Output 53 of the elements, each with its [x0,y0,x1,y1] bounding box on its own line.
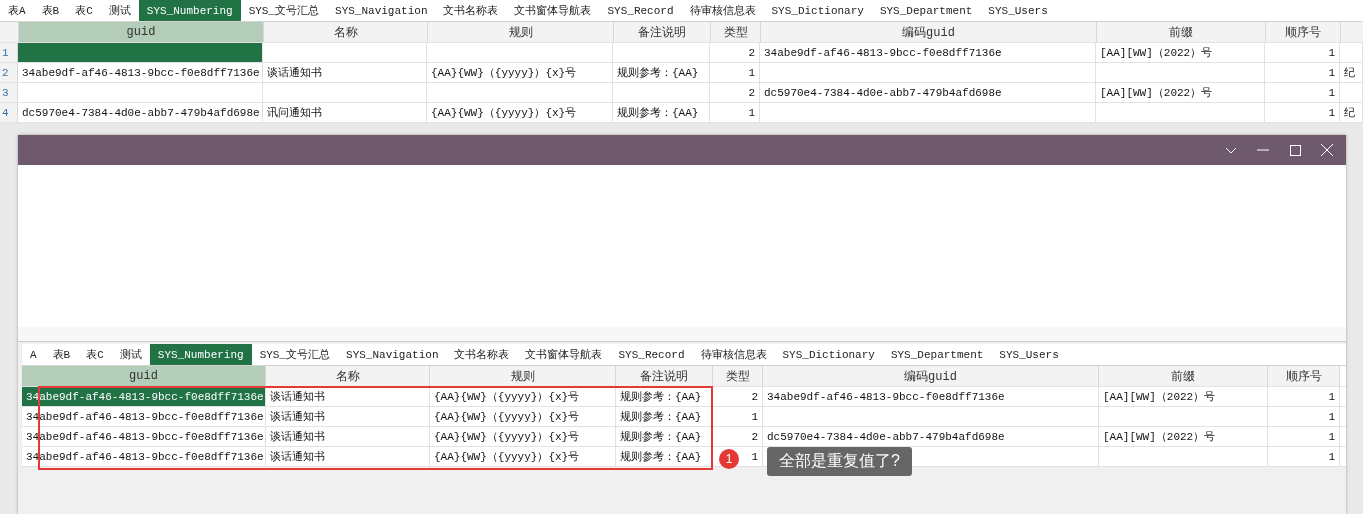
column-header[interactable]: 备注说明 [614,22,711,42]
column-header[interactable]: 名称 [266,366,430,386]
sheet-tab[interactable]: 文书窗体导航表 [517,344,611,365]
sheet-tab[interactable]: SYS_Dictionary [763,0,872,21]
sheet-tab[interactable]: SYS_Navigation [338,344,447,365]
sheet-tab[interactable]: A [22,344,45,365]
row-number: 2 [0,63,18,82]
sheet-tab[interactable]: 文书名称表 [446,344,518,365]
sheet-tab[interactable]: 表C [78,344,112,365]
callout-tooltip: 全部是重复值了? [767,447,912,476]
sheet-tab[interactable]: 测试 [111,344,150,365]
column-header[interactable]: 规则 [430,366,616,386]
maximize-icon [1289,144,1301,156]
sheet-tab[interactable]: SYS_Record [599,0,682,21]
sheet-tab[interactable]: 文书窗体导航表 [506,0,600,21]
sheet-tab[interactable]: 表B [44,344,79,365]
sheet-tab[interactable]: SYS_Record [610,344,693,365]
column-header[interactable]: 类型 [711,22,761,42]
sheet-tab[interactable]: 表C [67,0,101,21]
sheet-tab[interactable]: SYS_Numbering [149,344,252,365]
column-header[interactable]: 前缀 [1097,22,1266,42]
column-header[interactable]: 前缀 [1099,366,1268,386]
sheet-tab[interactable]: SYS_Numbering [138,0,241,21]
row-number: 4 [0,103,18,122]
sheet-tab[interactable]: 待审核信息表 [681,0,764,21]
row-number: 1 [0,43,18,62]
column-header[interactable]: 规则 [428,22,614,42]
sheet-tab[interactable]: SYS_文号汇总 [240,0,328,21]
sheet-tab[interactable]: SYS_Users [980,0,1056,21]
column-header[interactable]: 类型 [713,366,763,386]
row-number: 3 [0,83,18,102]
sheet-tab[interactable]: SYS_Department [882,344,992,365]
sheet-tab[interactable]: 表B [33,0,68,21]
column-header[interactable]: 顺序号 [1266,22,1341,42]
close-icon [1321,144,1333,156]
column-header[interactable]: 备注说明 [616,366,713,386]
sheet-tab[interactable]: SYS_文号汇总 [251,344,339,365]
column-header[interactable]: 编码guid [761,22,1097,42]
sheet-tab[interactable]: SYS_Department [871,0,981,21]
sheet-tab[interactable]: SYS_Navigation [327,0,436,21]
sheet-tab[interactable]: 测试 [100,0,139,21]
chevron-down-icon [1225,146,1237,154]
column-header[interactable]: guid [19,22,264,42]
column-header[interactable]: 顺序号 [1268,366,1340,386]
column-header[interactable]: 编码guid [763,366,1099,386]
column-header[interactable]: guid [22,366,266,386]
column-header[interactable]: 名称 [264,22,428,42]
minimize-icon [1257,149,1269,151]
sheet-tab[interactable]: SYS_Dictionary [774,344,883,365]
sheet-tab[interactable]: 表A [0,0,34,21]
sheet-tab[interactable]: 文书名称表 [435,0,507,21]
sheet-tab[interactable]: 待审核信息表 [692,344,775,365]
sheet-tab[interactable]: SYS_Users [991,344,1067,365]
